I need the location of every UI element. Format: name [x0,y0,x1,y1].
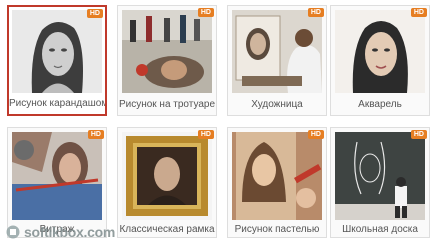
hd-badge: HD [197,8,214,17]
effects-grid: HD Рисунок карандашом HD Рисунок на трот… [0,0,434,246]
effect-label: Классическая рамка [119,224,215,235]
watermark-text: softikbox.com [24,224,116,240]
effect-label: Акварель [358,99,402,110]
softikbox-logo-icon [6,225,20,239]
effect-card-pencil[interactable]: HD Рисунок карандашом [7,5,107,116]
watercolor-thumbnail [335,10,425,93]
effect-card-sidewalk[interactable]: HD Рисунок на тротуаре [117,5,217,116]
hd-badge: HD [307,130,324,139]
hd-badge: HD [307,8,324,17]
effect-card-artist[interactable]: HD Художница [227,5,327,116]
effect-label: Школьная доска [342,224,418,235]
pencil-sketch-thumbnail [12,10,102,93]
hd-badge: HD [410,130,427,139]
effect-label: Рисунок на тротуаре [118,99,216,110]
site-watermark: softikbox.com [6,224,115,240]
effect-card-watercolor[interactable]: HD Акварель [330,5,430,116]
effect-card-classic-frame[interactable]: HD Классическая рамка [117,127,217,238]
effect-card-chalkboard[interactable]: HD Школьная доска [330,127,430,238]
hd-badge: HD [410,8,427,17]
hd-badge: HD [197,130,214,139]
classic-frame-thumbnail [122,132,212,220]
effect-card-stained-glass[interactable]: HD Витраж [7,127,107,238]
stained-glass-thumbnail [12,132,102,220]
effect-label: Рисунок карандашом [9,98,105,109]
effect-label: Художница [251,99,303,110]
chalkboard-thumbnail [335,132,425,220]
effect-label: Рисунок пастелью [234,224,320,235]
effect-card-pastel[interactable]: HD Рисунок пастелью [227,127,327,238]
hd-badge: HD [87,130,104,139]
artist-thumbnail [232,10,322,93]
pastel-thumbnail [232,132,322,220]
hd-badge: HD [86,9,103,18]
sidewalk-drawing-thumbnail [122,10,212,93]
